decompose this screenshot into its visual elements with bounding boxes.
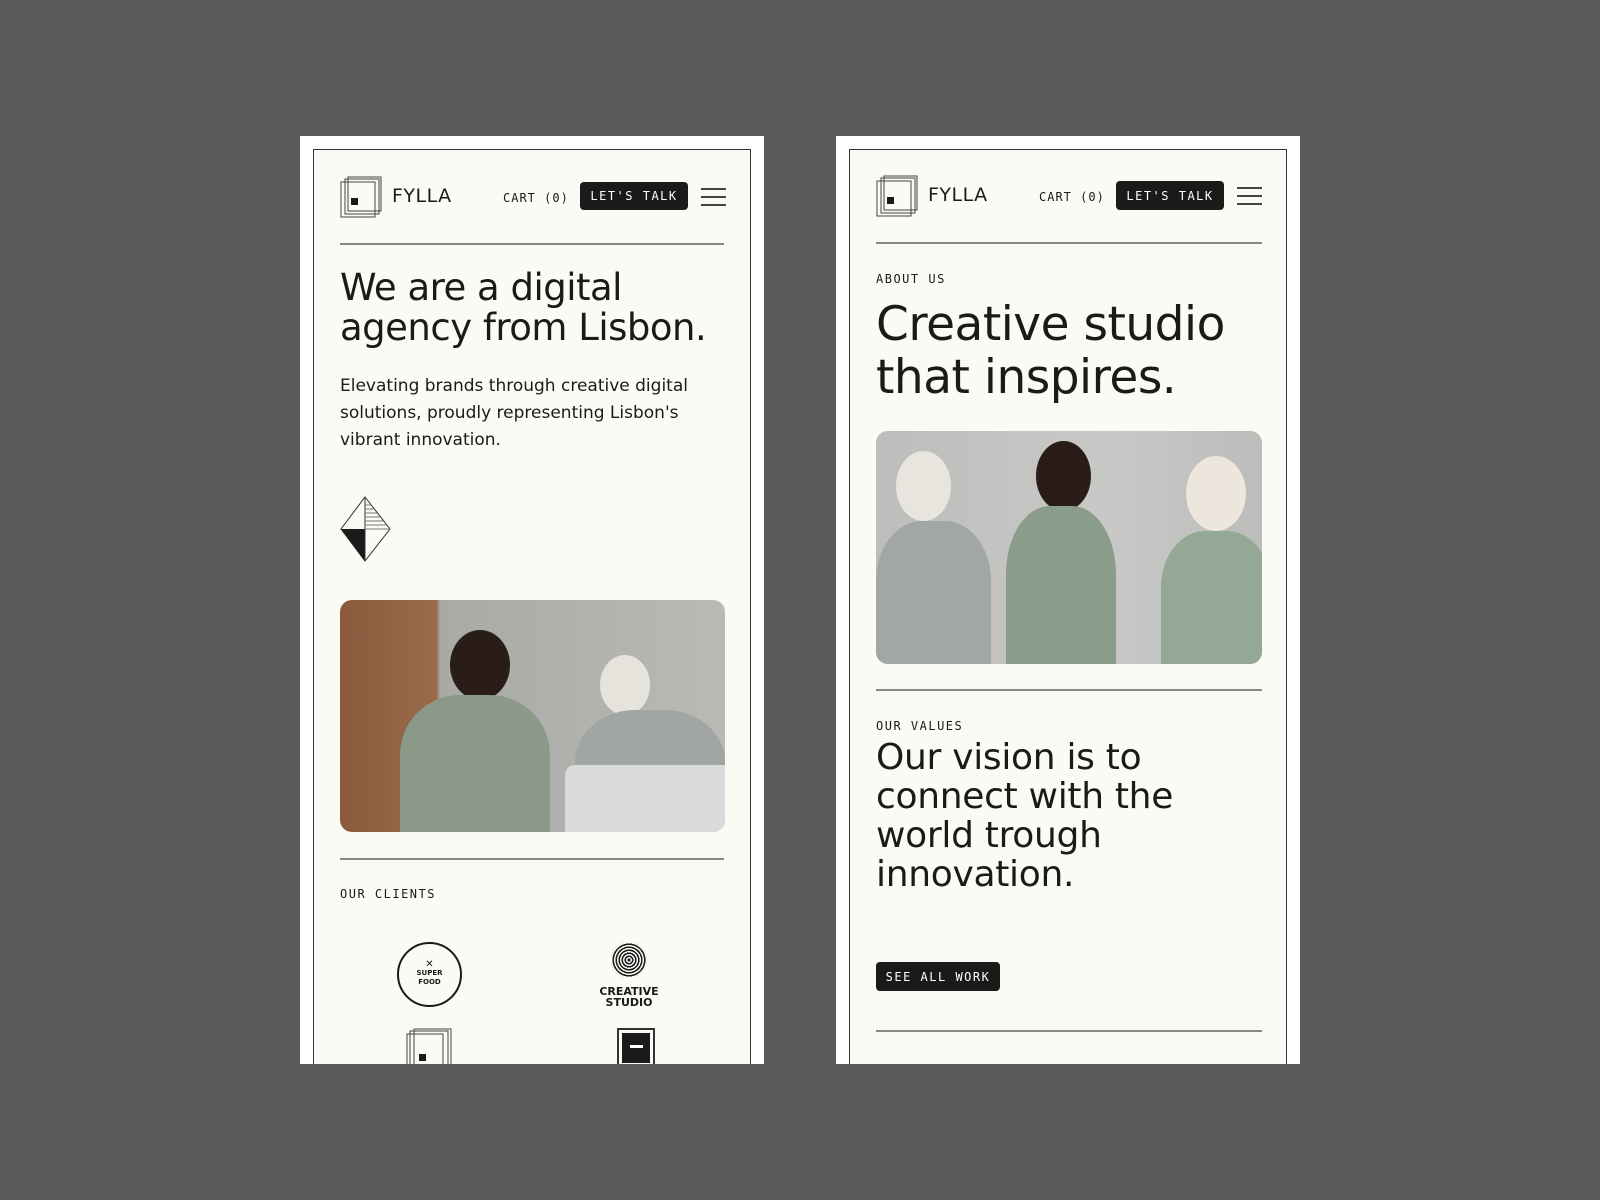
values-heading-line: connect with the [876,776,1174,817]
client-logo-box-icon [617,1028,655,1064]
menu-hamburger-icon[interactable] [701,188,726,208]
about-heading: Creative studio that inspires. [876,298,1225,404]
page-frame: FYLLA CART (0) LET'S TALK We are a digit… [313,149,751,1064]
lets-talk-button[interactable]: LET'S TALK [580,182,688,210]
clients-label: OUR CLIENTS [340,887,436,901]
client-logo-squares-icon [406,1028,452,1064]
menu-hamburger-icon[interactable] [1237,187,1262,207]
team-photo [876,431,1262,664]
hero-heading-line: We are a digital [340,266,622,309]
team-photo [340,600,725,832]
about-label: ABOUT US [876,272,946,286]
client-logo-text: STUDIO [605,996,653,1009]
fylla-logo-icon[interactable] [340,176,382,218]
concentric-circles-icon [611,942,647,978]
hero-intro: Elevating brands through creative digita… [340,376,688,450]
about-page-mockup: FYLLA CART (0) LET'S TALK ABOUT US Creat… [836,136,1300,1064]
hero-heading: We are a digital agency from Lisbon. [340,266,707,349]
page-frame: FYLLA CART (0) LET'S TALK ABOUT US Creat… [849,149,1287,1064]
divider [876,242,1262,244]
values-heading: Our vision is to connect with the world … [876,738,1173,894]
about-heading-line: Creative studio [876,297,1225,352]
brand-name[interactable]: FYLLA [392,185,452,207]
values-heading-line: innovation. [876,854,1075,895]
home-page-mockup: FYLLA CART (0) LET'S TALK We are a digit… [300,136,764,1064]
diamond-logo-icon [340,496,391,562]
cart-link[interactable]: CART (0) [503,191,569,205]
about-heading-line: that inspires. [876,350,1177,405]
client-logo-creative-studio: CREATIVE STUDIO [584,942,674,1008]
values-heading-line: world trough [876,815,1102,856]
client-logo-text: FOOD [418,978,441,986]
fork-spoon-icon: ✕ [425,959,434,970]
brand-name[interactable]: FYLLA [928,184,988,206]
values-label: OUR VALUES [876,719,964,733]
divider [876,1030,1262,1032]
divider [340,858,724,860]
lets-talk-button[interactable]: LET'S TALK [1116,181,1224,210]
client-logo-text: SUPER [416,969,443,977]
fylla-logo-icon[interactable] [876,175,918,217]
values-heading-line: Our vision is to [876,737,1142,778]
divider [340,243,724,245]
hero-heading-line: agency from Lisbon. [340,306,707,349]
divider [876,689,1262,691]
see-all-work-button[interactable]: SEE ALL WORK [876,962,1000,991]
cart-link[interactable]: CART (0) [1039,190,1105,204]
client-logo-super-food: ✕ SUPER FOOD [397,942,462,1007]
